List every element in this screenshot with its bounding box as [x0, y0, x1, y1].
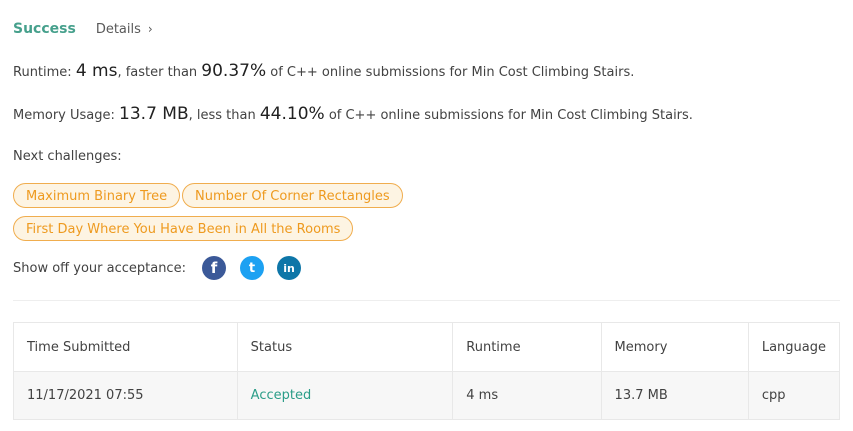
status-accepted-link[interactable]: Accepted — [251, 388, 312, 403]
cell-runtime: 4 ms — [452, 371, 602, 420]
col-language: Language — [747, 322, 841, 372]
share-label: Show off your acceptance: — [13, 260, 186, 276]
col-status: Status — [236, 322, 454, 372]
runtime-percent: 90.37% — [201, 61, 267, 81]
runtime-value: 4 ms — [75, 61, 118, 81]
cell-language: cpp — [747, 371, 841, 420]
runtime-comparison: , faster than — [117, 65, 202, 80]
divider — [13, 300, 840, 301]
challenge-pill[interactable]: Number Of Corner Rectangles — [182, 183, 403, 208]
memory-percent: 44.10% — [259, 104, 325, 124]
twitter-icon[interactable]: t — [240, 256, 264, 280]
facebook-icon[interactable]: f — [202, 256, 226, 280]
col-time-submitted: Time Submitted — [13, 322, 238, 372]
cell-status: Accepted — [236, 371, 454, 420]
chevron-right-icon: › — [147, 22, 153, 36]
result-header: Success Details › — [13, 19, 153, 39]
details-link[interactable]: Details › — [96, 22, 153, 37]
table-header-row: Time Submitted Status Runtime Memory Lan… — [13, 322, 841, 372]
submissions-table: Time Submitted Status Runtime Memory Lan… — [13, 322, 841, 420]
table-row: 11/17/2021 07:55 Accepted 4 ms 13.7 MB c… — [13, 371, 841, 420]
linkedin-icon[interactable]: in — [277, 256, 301, 280]
runtime-suffix: of C++ online submissions for Min Cost C… — [266, 65, 635, 80]
runtime-label: Runtime: — [13, 65, 76, 80]
success-status: Success — [13, 21, 76, 37]
memory-suffix: of C++ online submissions for Min Cost C… — [324, 108, 693, 123]
col-runtime: Runtime — [452, 322, 602, 372]
cell-time-submitted: 11/17/2021 07:55 — [13, 371, 238, 420]
runtime-summary: Runtime: 4 ms, faster than 90.37% of C++… — [13, 61, 634, 81]
details-label: Details — [95, 21, 141, 37]
memory-label: Memory Usage: — [13, 108, 120, 123]
col-memory: Memory — [600, 322, 749, 372]
challenge-pill[interactable]: Maximum Binary Tree — [13, 183, 181, 208]
challenge-pill[interactable]: First Day Where You Have Been in All the… — [13, 216, 354, 241]
memory-summary: Memory Usage: 13.7 MB, less than 44.10% … — [13, 104, 693, 124]
next-challenges-label: Next challenges: — [13, 149, 122, 164]
cell-memory: 13.7 MB — [600, 371, 749, 420]
memory-comparison: , less than — [188, 108, 260, 123]
memory-value: 13.7 MB — [119, 104, 189, 124]
